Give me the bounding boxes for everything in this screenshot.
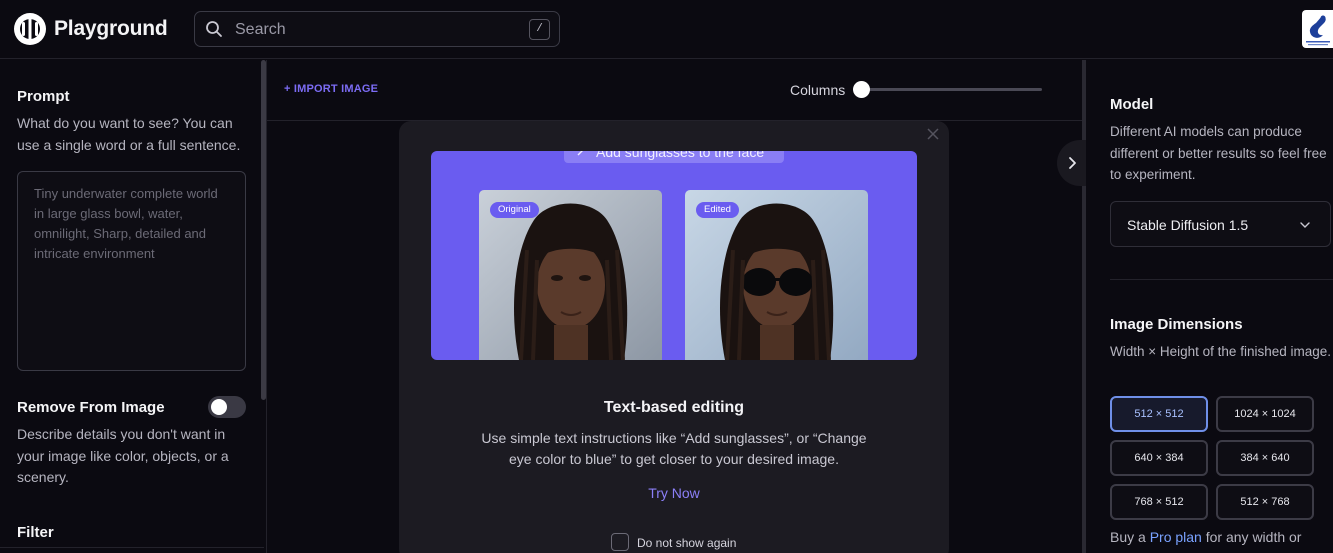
remove-from-image-toggle[interactable] — [208, 396, 246, 418]
model-select[interactable]: Stable Diffusion 1.5 — [1110, 201, 1331, 247]
model-select-value: Stable Diffusion 1.5 — [1127, 217, 1249, 233]
modal-description: Use simple text instructions like “Add s… — [481, 430, 867, 467]
filter-divider — [0, 547, 264, 548]
import-image-button[interactable]: + IMPORT IMAGE — [284, 83, 378, 95]
pro-plan-suffix: for any width or — [1205, 529, 1302, 545]
example-instruction-text: Add sunglasses to the face — [596, 151, 765, 160]
modal-title: Text-based editing — [603, 399, 745, 416]
example-instruction-pill: Add sunglasses to the face — [564, 151, 784, 163]
columns-slider-track[interactable] — [862, 88, 1042, 91]
columns-label: Columns — [790, 82, 846, 98]
right-panel-divider — [1110, 279, 1333, 280]
feature-hero-image: Add sunglasses to the face Original Edit… — [431, 151, 917, 360]
filter-title: Filter — [17, 524, 54, 541]
dimension-option-384x640[interactable]: 384 × 640 — [1216, 440, 1314, 476]
dimension-option-512x768[interactable]: 512 × 768 — [1216, 484, 1314, 520]
magic-wand-icon — [577, 151, 583, 156]
try-now-button[interactable]: Try Now — [399, 485, 949, 501]
dimension-option-640x384[interactable]: 640 × 384 — [1110, 440, 1208, 476]
chevron-down-icon — [1300, 222, 1310, 228]
pro-plan-note: Buy a Pro plan for any width or — [1110, 529, 1301, 545]
expand-panel-button[interactable] — [1057, 140, 1089, 186]
pro-plan-link[interactable]: Pro plan — [1150, 529, 1202, 545]
close-icon[interactable] — [927, 128, 939, 140]
model-title: Model — [1110, 96, 1154, 113]
top-bar: Playground / — [0, 0, 1333, 59]
do-not-show-again-label: Do not show again — [637, 536, 737, 550]
prompt-description: What do you want to see? You can use a s… — [17, 115, 241, 153]
dimension-option-512x512[interactable]: 512 × 512 — [1110, 396, 1208, 432]
prompt-input[interactable] — [17, 171, 246, 371]
search-input[interactable] — [235, 19, 515, 41]
search-icon — [206, 21, 222, 37]
pro-plan-prefix: Buy a — [1110, 529, 1146, 545]
chevron-right-icon — [1069, 157, 1076, 169]
search-bar[interactable]: / — [194, 11, 560, 47]
playground-logo-icon[interactable] — [13, 12, 47, 46]
image-dimensions-title: Image Dimensions — [1110, 316, 1243, 333]
image-dimensions-description: Width × Height of the finished image. — [1110, 344, 1331, 359]
edited-photo: Edited — [685, 190, 868, 360]
search-shortcut-key: / — [529, 19, 550, 40]
edited-tag: Edited — [696, 202, 739, 218]
avatar[interactable] — [1302, 10, 1333, 48]
model-description: Different AI models can produce differen… — [1110, 124, 1327, 182]
dimension-option-1024x1024[interactable]: 1024 × 1024 — [1216, 396, 1314, 432]
columns-slider-thumb[interactable] — [853, 81, 870, 98]
toggle-knob — [211, 399, 227, 415]
original-photo: Original — [479, 190, 662, 360]
avatar-logo-icon — [1306, 15, 1330, 46]
remove-from-image-description: Describe details you don't want in your … — [17, 426, 229, 485]
app-title: Playground — [54, 17, 168, 40]
playground-app: Playground / Prompt What do you want to … — [0, 0, 1333, 553]
prompt-title: Prompt — [17, 88, 70, 105]
remove-from-image-title: Remove From Image — [17, 399, 165, 416]
do-not-show-again-checkbox[interactable] — [611, 533, 629, 551]
dimension-option-768x512[interactable]: 768 × 512 — [1110, 484, 1208, 520]
original-tag: Original — [490, 202, 539, 218]
